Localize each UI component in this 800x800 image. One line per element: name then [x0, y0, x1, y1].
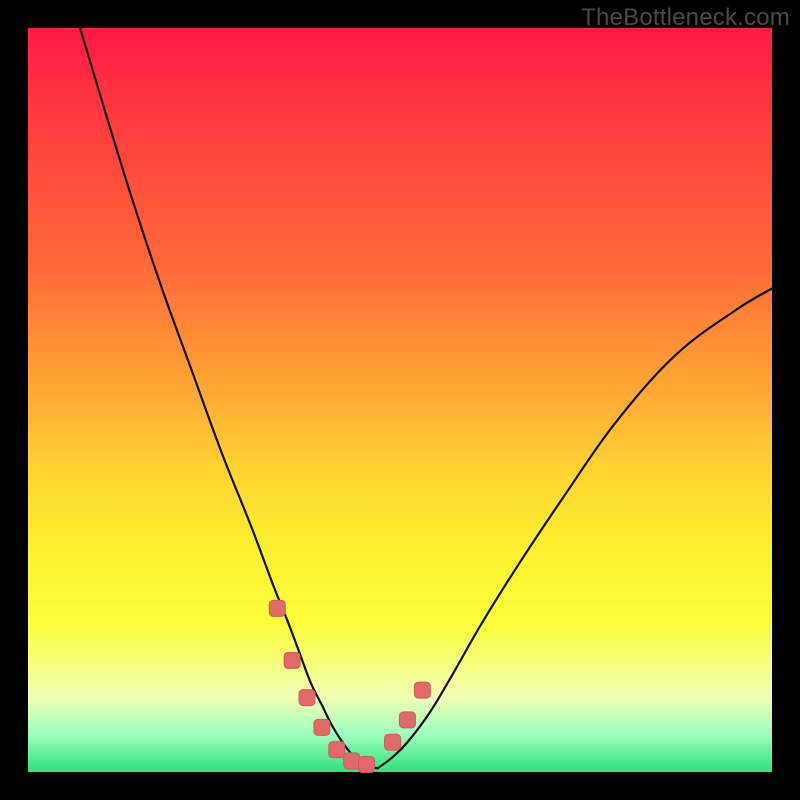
right-curve: [378, 288, 772, 768]
marker-dot: [414, 682, 430, 698]
marker-dot: [359, 757, 375, 773]
marker-dot: [299, 690, 315, 706]
left-curve: [80, 28, 378, 768]
marker-dot: [314, 719, 330, 735]
marker-dot: [284, 652, 300, 668]
marker-dot: [329, 742, 345, 758]
plot-area: [28, 28, 772, 772]
marker-dots: [269, 600, 430, 772]
marker-dot: [385, 734, 401, 750]
marker-dot: [344, 753, 360, 769]
chart-frame: TheBottleneck.com: [0, 0, 800, 800]
marker-dot: [399, 712, 415, 728]
marker-dot: [269, 600, 285, 616]
curves-svg: [28, 28, 772, 772]
